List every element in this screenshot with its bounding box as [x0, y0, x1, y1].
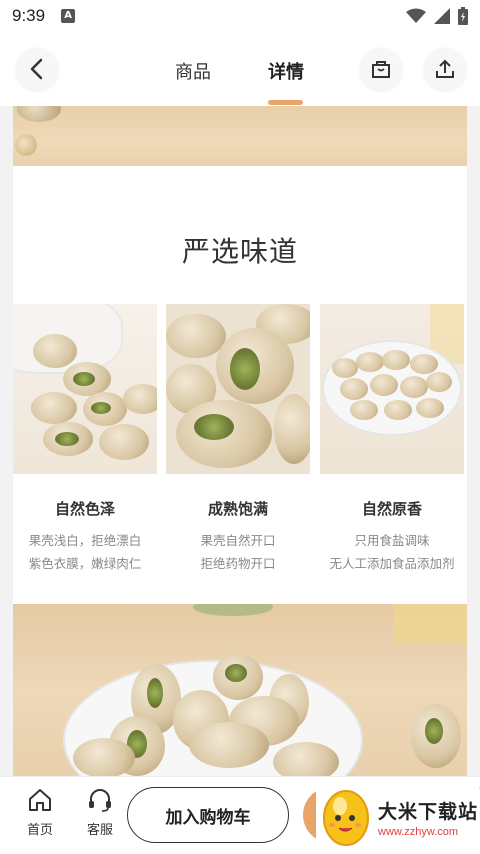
feature-desc: 果壳自然开口 拒绝药物开口 [166, 529, 310, 575]
feature-photo-color [13, 304, 157, 474]
top-nav: 商品 详情 [0, 32, 480, 106]
feature-photo-aroma [320, 304, 464, 474]
feature-desc-line1: 果壳浅白，拒绝漂白 [28, 533, 142, 548]
tab-goods[interactable]: 商品 [175, 58, 211, 84]
battery-icon [458, 7, 468, 25]
home-label: 首页 [26, 823, 53, 838]
status-icons [406, 7, 468, 25]
feature-card-ripe: 成熟饱满 果壳自然开口 拒绝药物开口 [166, 304, 310, 575]
active-tab-indicator [268, 100, 303, 105]
feature-card-color: 自然色泽 果壳浅白，拒绝漂白 紫色衣膜，嫩绿肉仁 [13, 304, 157, 575]
status-bar: 9:39 A [0, 0, 480, 32]
watermark-text: 大米下载站 www.zzhyw.com [378, 797, 478, 838]
add-to-cart-button[interactable]: 加入购物车 [127, 787, 289, 843]
section-title: 严选味道 [181, 235, 298, 268]
watermark-url: www.zzhyw.com [378, 825, 459, 838]
feature-photo-ripe [166, 304, 310, 474]
hero-image-bottom [13, 604, 467, 776]
tab-details[interactable]: 详情 [268, 58, 304, 84]
shop-button[interactable] [360, 48, 402, 90]
wifi-icon [406, 8, 426, 23]
feature-name: 自然原香 [361, 500, 422, 518]
feature-desc-line2: 紫色衣膜，嫩绿肉仁 [28, 556, 142, 571]
feature-name: 成熟饱满 [207, 500, 268, 518]
status-time: 9:39 [12, 6, 46, 25]
feature-desc: 果壳浅白，拒绝漂白 紫色衣膜，嫩绿肉仁 [13, 529, 157, 575]
feature-desc: 只用食盐调味 无人工添加食品添加剂 [320, 529, 464, 575]
site-watermark: 大米下载站 www.zzhyw.com [316, 784, 480, 850]
feature-desc-line1: 只用食盐调味 [354, 533, 430, 548]
feature-desc-line2: 无人工添加食品添加剂 [329, 556, 455, 571]
service-label: 客服 [86, 823, 113, 838]
hero-image-top [13, 106, 467, 166]
feature-desc-line1: 果壳自然开口 [200, 533, 276, 548]
detail-content[interactable]: 严选味道 自然色泽 果壳浅白，拒绝漂白 紫色衣膜，嫩绿肉仁 成熟饱满 果壳自然开… [13, 106, 467, 776]
home-button[interactable]: 首页 [20, 787, 60, 838]
watermark-title: 大米下载站 [378, 800, 479, 823]
notification-a-icon: A [61, 9, 76, 23]
signal-icon [434, 8, 450, 24]
headset-icon [89, 789, 111, 812]
watermark-logo [320, 788, 372, 846]
feature-desc-line2: 拒绝药物开口 [200, 556, 276, 571]
customer-service-button[interactable]: 客服 [80, 787, 120, 838]
home-icon [29, 789, 51, 811]
share-button[interactable] [424, 48, 466, 90]
shopping-bag-icon [372, 61, 390, 78]
chevron-left-icon [30, 58, 43, 80]
feature-card-aroma: 自然原香 只用食盐调味 无人工添加食品添加剂 [320, 304, 464, 575]
feature-name: 自然色泽 [54, 500, 115, 518]
back-button[interactable] [16, 48, 58, 90]
share-icon [436, 59, 454, 78]
